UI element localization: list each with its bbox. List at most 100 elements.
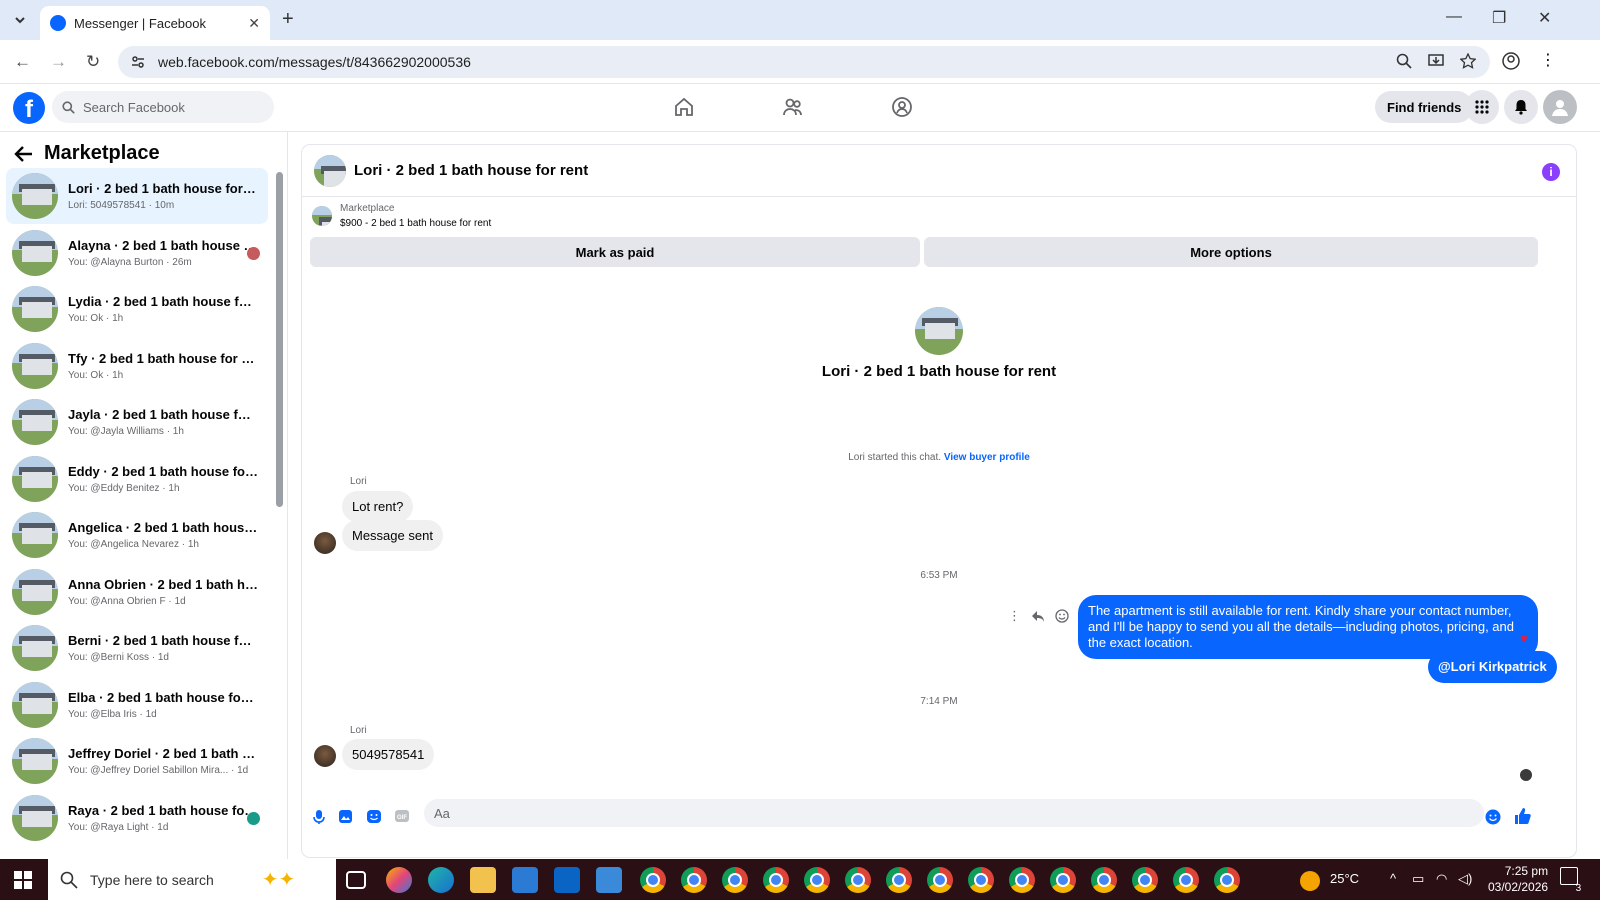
weather-icon[interactable] [1300, 871, 1320, 894]
chrome-window-icon[interactable] [1132, 867, 1158, 893]
tab-close-icon[interactable]: ✕ [248, 15, 260, 32]
message-input[interactable]: Aa [424, 799, 1484, 827]
conversation-item[interactable]: Angelica · 2 bed 1 bath house f... You: @… [6, 507, 268, 563]
listing-strip[interactable]: Marketplace $900 - 2 bed 1 bath house fo… [312, 203, 491, 229]
site-settings-icon[interactable] [130, 54, 146, 70]
system-clock[interactable]: 7:25 pm 03/02/2026 [1488, 863, 1548, 895]
conversation-item[interactable]: Elba · 2 bed 1 bath house for rent You: @… [6, 677, 268, 733]
conversation-item[interactable]: Berni · 2 bed 1 bath house for re... You:… [6, 620, 268, 676]
chrome-window-icon[interactable] [804, 867, 830, 893]
bookmark-star-icon[interactable] [1460, 53, 1476, 69]
chrome-window-icon[interactable] [763, 867, 789, 893]
chrome-window-icon[interactable] [1009, 867, 1035, 893]
sender-avatar[interactable] [314, 532, 336, 554]
conversation-item[interactable]: Anna Obrien · 2 bed 1 bath hou... You: @A… [6, 564, 268, 620]
chrome-window-icon[interactable] [722, 867, 748, 893]
meet-icon[interactable]: ▭ [1412, 871, 1424, 887]
conversation-item[interactable]: Jeffrey Doriel · 2 bed 1 bath hou... You:… [6, 733, 268, 789]
conversation-item[interactable]: Alayna · 2 bed 1 bath house f... You: @Al… [6, 225, 268, 281]
chrome-window-icon[interactable] [640, 867, 666, 893]
like-thumbs-up-icon[interactable] [1514, 807, 1532, 825]
menu-grid-icon[interactable] [1465, 90, 1499, 124]
windows-start-icon[interactable] [14, 871, 32, 889]
find-friends-button[interactable]: Find friends [1375, 91, 1474, 123]
chat-title[interactable]: Lori · 2 bed 1 bath house for rent [354, 162, 588, 179]
microphone-icon[interactable] [312, 809, 326, 825]
chrome-window-icon[interactable] [1214, 867, 1240, 893]
sidebar-scrollbar[interactable] [276, 172, 283, 507]
wifi-icon[interactable]: ◠ [1436, 871, 1447, 887]
account-avatar[interactable] [1543, 90, 1577, 124]
browser-menu-icon[interactable]: ⋮ [1540, 50, 1556, 70]
tab-search-chevron-icon[interactable] [8, 10, 32, 30]
intro-avatar[interactable] [915, 307, 963, 355]
chrome-window-icon[interactable] [1091, 867, 1117, 893]
back-icon[interactable]: ← [14, 52, 31, 72]
chrome-window-icon[interactable] [927, 867, 953, 893]
sticker-icon[interactable] [366, 809, 382, 824]
chrome-window-icon[interactable] [886, 867, 912, 893]
chat-avatar[interactable] [314, 154, 346, 187]
more-actions-icon[interactable]: ⋮ [1008, 608, 1021, 624]
profile-icon[interactable] [1502, 52, 1520, 70]
back-arrow-icon[interactable] [14, 145, 34, 163]
chrome-window-icon[interactable] [1173, 867, 1199, 893]
gif-icon[interactable]: GIF [394, 809, 410, 823]
incoming-message[interactable]: Message sent [342, 520, 443, 551]
file-explorer-icon[interactable] [470, 867, 496, 893]
incoming-message[interactable]: 5049578541 [342, 739, 435, 770]
info-icon[interactable]: i [1542, 163, 1560, 181]
sender-avatar[interactable] [314, 745, 336, 767]
notifications-bell-icon[interactable] [1504, 90, 1538, 124]
edge-icon[interactable] [428, 867, 454, 893]
reload-icon[interactable]: ↻ [86, 52, 100, 72]
friends-icon[interactable] [782, 96, 804, 118]
view-buyer-profile-link[interactable]: View buyer profile [944, 452, 1030, 463]
heart-reaction-icon[interactable]: ♥ [1520, 631, 1528, 646]
chrome-window-icon[interactable] [968, 867, 994, 893]
conversation-item[interactable]: Tfy · 2 bed 1 bath house for rent You: Ok… [6, 338, 268, 394]
groups-icon[interactable] [891, 96, 913, 118]
volume-icon[interactable]: ◁) [1458, 871, 1472, 887]
incoming-message[interactable]: Lot rent? [342, 491, 414, 522]
mark-as-paid-button[interactable]: Mark as paid [310, 237, 920, 267]
microsoft-store-icon[interactable] [512, 867, 538, 893]
chrome-window-icon[interactable] [681, 867, 707, 893]
conversation-text: Angelica · 2 bed 1 bath house f... You: @… [68, 520, 258, 550]
url-text[interactable]: web.facebook.com/messages/t/843662902000… [158, 54, 471, 70]
conversation-item[interactable]: Lori · 2 bed 1 bath house for rent Lori: … [6, 168, 268, 224]
photo-icon[interactable] [338, 809, 353, 824]
tray-chevron-icon[interactable]: ^ [1390, 871, 1396, 886]
copilot-icon[interactable] [386, 867, 412, 893]
browser-tab[interactable]: Messenger | Facebook ✕ [40, 6, 270, 40]
notification-center-icon[interactable]: 3 [1560, 867, 1587, 894]
chrome-window-icon[interactable] [1050, 867, 1076, 893]
reply-icon[interactable] [1031, 609, 1045, 623]
more-options-button[interactable]: More options [924, 237, 1538, 267]
facebook-logo-icon[interactable]: f [13, 92, 45, 124]
conversation-item[interactable]: Eddy · 2 bed 1 bath house for re... You: … [6, 451, 268, 507]
minimize-icon[interactable]: — [1446, 8, 1462, 26]
app-icon[interactable] [596, 867, 622, 893]
close-window-icon[interactable]: ✕ [1538, 8, 1551, 28]
forward-icon[interactable]: → [50, 52, 67, 72]
chrome-window-icon[interactable] [845, 867, 871, 893]
emoji-icon[interactable] [1485, 809, 1501, 825]
facebook-search-input[interactable]: Search Facebook [52, 91, 274, 123]
conversation-item[interactable]: Raya · 2 bed 1 bath house for ... You: @R… [6, 790, 268, 846]
outgoing-mention[interactable]: @Lori Kirkpatrick [1428, 651, 1557, 683]
zoom-icon[interactable] [1396, 53, 1412, 69]
taskbar-search-input[interactable]: Type here to search ✦✦ [48, 859, 336, 900]
install-app-icon[interactable] [1428, 53, 1444, 69]
task-view-icon[interactable] [346, 871, 366, 889]
outlook-icon[interactable] [554, 867, 580, 893]
conversation-item[interactable]: Jayla · 2 bed 1 bath house for rent You: … [6, 394, 268, 450]
omnibox[interactable]: web.facebook.com/messages/t/843662902000… [118, 46, 1490, 78]
home-icon[interactable] [673, 96, 695, 118]
restore-icon[interactable]: ❐ [1492, 8, 1506, 28]
new-tab-icon[interactable]: + [282, 8, 294, 31]
temperature[interactable]: 25°C [1330, 871, 1359, 886]
react-emoji-icon[interactable] [1055, 609, 1069, 623]
conversation-item[interactable]: Lydia · 2 bed 1 bath house for re... You:… [6, 281, 268, 337]
outgoing-message[interactable]: The apartment is still available for ren… [1078, 595, 1538, 659]
